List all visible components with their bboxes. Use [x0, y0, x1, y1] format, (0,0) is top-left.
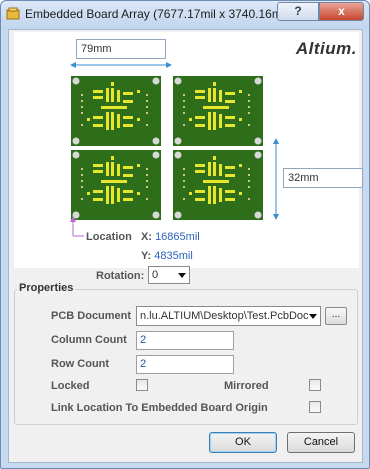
pcb-document-value: n.lu.ALTIUM\Desktop\Test.PcbDoc	[140, 310, 309, 322]
title-bar[interactable]: Embedded Board Array (7677.17mil x 3740.…	[1, 1, 369, 29]
pcb-document-select[interactable]: n.lu.ALTIUM\Desktop\Test.PcbDoc	[136, 306, 321, 326]
ok-button[interactable]: OK	[209, 432, 277, 453]
chevron-down-icon	[178, 273, 186, 278]
rotation-value: 0	[152, 269, 159, 281]
board-array-preview: Altium. 79mm 32mm Location X: 16865mil Y…	[14, 32, 363, 268]
pcb-document-label: PCB Document	[51, 310, 132, 322]
help-button[interactable]: ?	[277, 2, 319, 21]
row-count-input[interactable]: 2	[136, 355, 234, 374]
location-label: Location	[86, 231, 132, 243]
x-value: 16865mil	[155, 231, 200, 243]
properties-group: Properties PCB Document n.lu.ALTIUM\Desk…	[14, 282, 358, 425]
y-value: 4835mil	[154, 250, 193, 262]
window-title: Embedded Board Array (7677.17mil x 3740.…	[25, 7, 317, 21]
y-label: Y:	[141, 250, 152, 262]
board-cell	[173, 150, 263, 220]
column-count-label: Column Count	[51, 334, 127, 346]
rotation-select[interactable]: 0	[148, 266, 190, 284]
locked-checkbox[interactable]	[136, 379, 148, 391]
link-origin-checkbox[interactable]	[309, 401, 321, 413]
properties-title: Properties	[17, 282, 76, 294]
dialog-body: Altium. 79mm 32mm Location X: 16865mil Y…	[8, 29, 363, 463]
mirrored-checkbox[interactable]	[309, 379, 321, 391]
chevron-down-icon	[309, 314, 317, 319]
board-cell	[173, 76, 263, 146]
locked-label: Locked	[51, 380, 90, 392]
browse-button[interactable]: ...	[325, 307, 347, 325]
width-dimension-arrow	[70, 62, 172, 68]
rotation-label: Rotation:	[96, 270, 145, 282]
mirrored-label: Mirrored	[224, 380, 269, 392]
app-icon	[6, 7, 20, 20]
row-count-label: Row Count	[51, 358, 110, 370]
board-cell	[71, 150, 161, 220]
close-button[interactable]: x	[319, 2, 364, 21]
link-origin-label: Link Location To Embedded Board Origin	[51, 402, 268, 414]
dialog-window: Embedded Board Array (7677.17mil x 3740.…	[0, 0, 370, 469]
cancel-button[interactable]: Cancel	[287, 432, 355, 453]
x-label: X:	[141, 231, 152, 243]
column-count-input[interactable]: 2	[136, 331, 234, 350]
height-dimension-arrow	[273, 138, 279, 220]
board-cell	[71, 76, 161, 146]
